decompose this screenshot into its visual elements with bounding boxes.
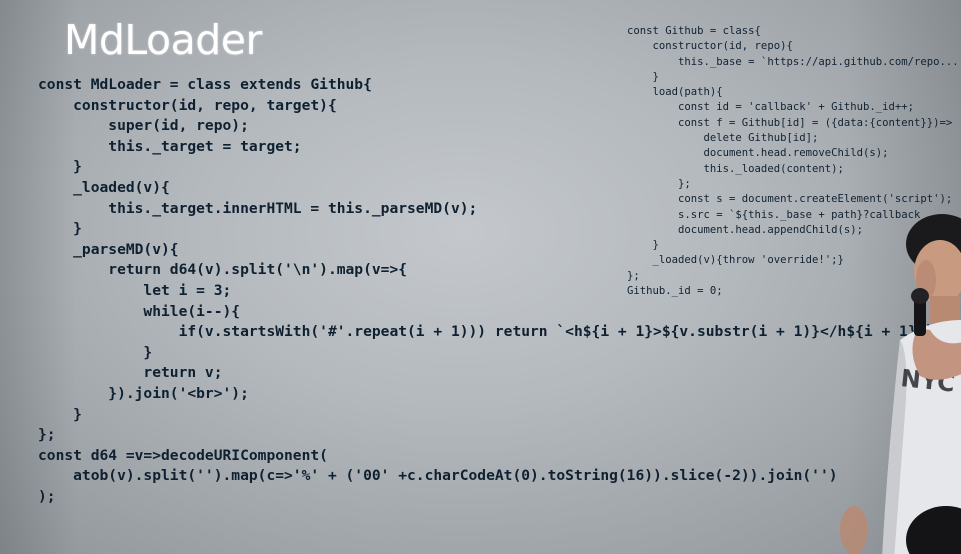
main-code-line: const d64 =v=>decodeURIComponent( <box>38 446 328 464</box>
main-code-line: } <box>38 158 82 176</box>
main-code-line: atob(v).split('').map(c=>'%' + ('00' +c.… <box>38 467 838 485</box>
main-code-line: if(v.startsWith('#'.repeat(i + 1))) retu… <box>38 323 935 341</box>
main-code-line: _loaded(v){ <box>38 178 170 196</box>
main-code-line: return d64(v).split('\n').map(v=>{ <box>38 261 408 279</box>
presenter-hand <box>840 506 868 554</box>
main-code-line: this._target.innerHTML = this._parseMD(v… <box>38 199 478 217</box>
main-code-line: }).join('<br>'); <box>38 384 249 402</box>
main-code-line: const MdLoader = class extends Github{ <box>38 76 372 93</box>
microphone-head <box>911 288 929 304</box>
main-code-line: } <box>38 405 82 423</box>
side-code-line: constructor(id, repo){ <box>627 40 793 53</box>
main-code-line: } <box>38 343 153 361</box>
mdloader-code-block: const MdLoader = class extends Github{ c… <box>38 75 934 507</box>
slide-title: MdLoader <box>64 16 262 64</box>
side-code-line: this._base = `https://api.github.com/rep… <box>627 55 959 68</box>
side-code-line: const Github = class{ <box>627 25 761 37</box>
main-code-line: return v; <box>38 364 223 382</box>
presenter-photo: NYC <box>840 214 961 554</box>
main-code-line: while(i--){ <box>38 302 241 320</box>
presentation-slide: MdLoader const Github = class{ construct… <box>0 0 961 554</box>
main-code-line: } <box>38 220 82 238</box>
main-code-line: let i = 3; <box>38 281 232 299</box>
presenter-neck <box>930 296 960 324</box>
main-code-line: _parseMD(v){ <box>38 240 179 258</box>
main-code-line: super(id, repo); <box>38 117 249 135</box>
main-code-line: ); <box>38 487 56 505</box>
main-code-line: this._target = target; <box>38 137 302 155</box>
main-code-line: constructor(id, repo, target){ <box>38 96 337 114</box>
main-code-line: }; <box>38 426 56 444</box>
